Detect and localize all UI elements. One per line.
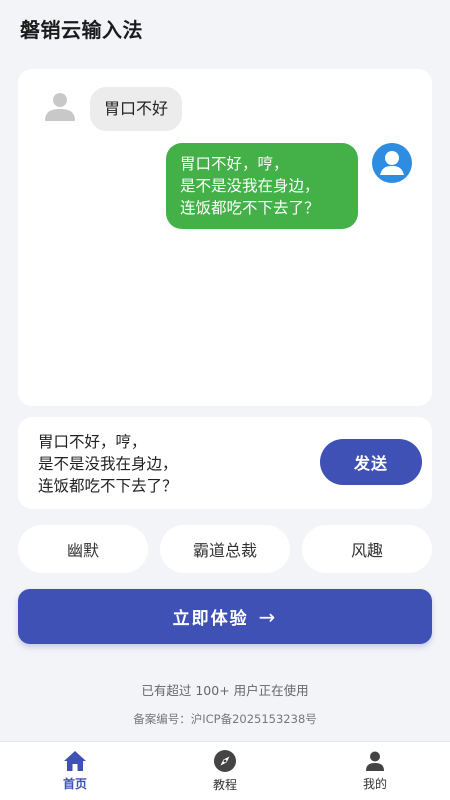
reply-line: 连饭都吃不下去了？: [180, 199, 320, 217]
contact-avatar-icon: [42, 89, 78, 125]
incoming-message-bubble: 胃口不好: [90, 87, 183, 131]
chat-preview-card: 胃口不好 胃口不好，哼， 是不是没我在身边， 连饭都吃不下去了？: [18, 69, 432, 406]
try-now-button[interactable]: 立即体验 →: [18, 589, 432, 644]
app-header: 磐销云输入法: [0, 0, 450, 56]
style-options: 幽默 霸道总裁 风趣: [18, 525, 432, 573]
style-chip-domineering-ceo[interactable]: 霸道总裁: [160, 525, 290, 573]
reply-line: 是不是没我在身边，: [180, 177, 320, 195]
incoming-message-row: 胃口不好: [42, 87, 183, 131]
compass-icon: [214, 750, 236, 772]
reply-line: 胃口不好，哼，: [180, 155, 289, 173]
style-chip-humor[interactable]: 幽默: [18, 525, 148, 573]
tab-mine[interactable]: 我的: [300, 742, 450, 800]
input-line: 连饭都吃不下去了？: [38, 477, 178, 495]
person-icon: [366, 751, 384, 771]
send-button[interactable]: 发送: [320, 439, 422, 485]
input-line: 是不是没我在身边，: [38, 455, 178, 473]
tab-label: 首页: [62, 777, 87, 791]
tab-home[interactable]: 首页: [0, 742, 150, 800]
reply-message-row: 胃口不好，哼， 是不是没我在身边， 连饭都吃不下去了？: [166, 143, 412, 229]
app-screen: 磐销云输入法 胃口不好 胃口不好，哼， 是不是没我在身边， 连饭都吃不下去了？: [0, 0, 450, 800]
style-chip-witty[interactable]: 风趣: [302, 525, 432, 573]
user-count-note: 已有超过 100+ 用户正在使用: [141, 683, 309, 698]
tab-tutorial[interactable]: 教程: [150, 742, 300, 800]
app-title: 磐销云输入法: [20, 17, 143, 42]
user-avatar-icon: [372, 143, 412, 183]
arrow-right-icon: →: [258, 604, 278, 629]
reply-message-bubble: 胃口不好，哼， 是不是没我在身边， 连饭都吃不下去了？: [166, 143, 358, 229]
reply-input-card[interactable]: 胃口不好，哼， 是不是没我在身边， 连饭都吃不下去了？ 发送: [18, 417, 432, 509]
icp-record[interactable]: 备案编号：沪ICP备2025153238号: [0, 711, 450, 727]
input-line: 胃口不好，哼，: [38, 433, 147, 451]
try-now-label: 立即体验: [172, 609, 249, 629]
reply-text-field[interactable]: 胃口不好，哼， 是不是没我在身边， 连饭都吃不下去了？: [38, 431, 178, 497]
bottom-tab-bar: 首页 教程 我的: [0, 741, 450, 800]
tab-label: 我的: [362, 777, 387, 791]
home-icon: [64, 751, 86, 771]
tab-label: 教程: [212, 778, 237, 792]
